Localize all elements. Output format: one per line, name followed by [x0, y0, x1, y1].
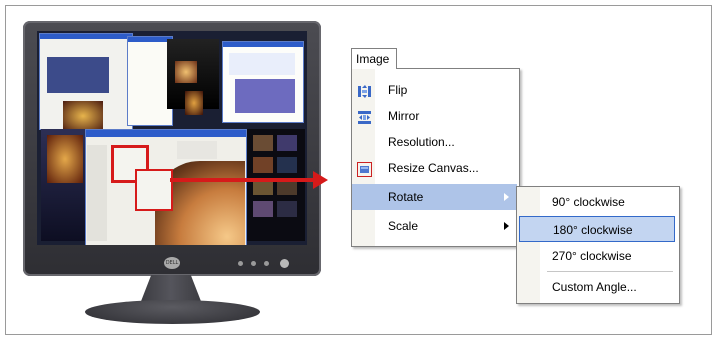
menu-item-rotate[interactable]: Rotate	[352, 184, 517, 210]
menu-item-scale[interactable]: Scale	[352, 213, 517, 239]
pointer-arrow-head	[313, 171, 328, 189]
screen-thumb	[253, 157, 273, 173]
submenu-separator	[547, 271, 673, 272]
screen-submenu-highlight	[135, 169, 173, 211]
menu-item-resolution-label: Resolution...	[388, 135, 455, 149]
menu-image-title[interactable]: Image	[351, 48, 397, 69]
screen-thumb	[277, 157, 297, 173]
rotate-submenu: 90° clockwise 180° clockwise 270° clockw…	[516, 186, 680, 304]
menu-item-flip-label: Flip	[388, 83, 408, 97]
submenu-item-180-label: 180° clockwise	[553, 223, 633, 237]
screen-thumb	[63, 101, 103, 131]
resize-canvas-icon	[357, 160, 372, 177]
submenu-item-90-clockwise[interactable]: 90° clockwise	[519, 189, 675, 215]
menu-item-mirror-label: Mirror	[388, 109, 420, 123]
pointer-arrow	[170, 178, 315, 182]
power-button	[280, 259, 289, 268]
monitor-screen	[37, 31, 307, 245]
screen-thumb	[253, 135, 273, 151]
monitor-button	[264, 261, 269, 266]
screen-thumb	[253, 201, 273, 217]
menu-item-mirror[interactable]: Mirror	[352, 103, 517, 129]
submenu-item-270-label: 270° clockwise	[552, 249, 632, 263]
submenu-item-custom-angle[interactable]: Custom Angle...	[519, 274, 675, 300]
monitor-logo: DELL	[164, 257, 180, 269]
menu-item-resize-canvas[interactable]: Resize Canvas...	[352, 155, 517, 181]
screen-thumb	[175, 61, 197, 83]
submenu-item-custom-angle-label: Custom Angle...	[552, 280, 637, 294]
monitor-button	[238, 261, 243, 266]
monitor-stand	[85, 300, 260, 324]
monitor: DELL	[23, 21, 321, 276]
mirror-icon	[357, 108, 372, 124]
submenu-arrow-icon	[504, 193, 509, 201]
menu-item-resize-canvas-label: Resize Canvas...	[388, 161, 479, 175]
image-menu: Flip Mirror Resolution... Resize Canvas.…	[351, 68, 520, 247]
flip-icon	[357, 82, 372, 98]
menu-item-resolution[interactable]: Resolution...	[352, 129, 517, 155]
screen-thumb	[235, 79, 295, 113]
screen-thumb	[277, 135, 297, 151]
screen-thumb	[47, 135, 83, 183]
screen-toolbox	[87, 145, 107, 241]
screen-thumb	[47, 57, 109, 93]
menu-item-scale-label: Scale	[388, 219, 419, 233]
screen-thumb	[185, 91, 203, 115]
submenu-item-180-clockwise[interactable]: 180° clockwise	[519, 216, 675, 242]
menu-item-flip[interactable]: Flip	[352, 77, 517, 103]
monitor-button	[251, 261, 256, 266]
menu-item-rotate-label: Rotate	[388, 190, 424, 204]
submenu-arrow-icon	[504, 222, 509, 230]
screen-toolbar	[177, 141, 217, 159]
submenu-item-90-label: 90° clockwise	[552, 195, 625, 209]
submenu-item-270-clockwise[interactable]: 270° clockwise	[519, 243, 675, 269]
screen-thumb	[229, 53, 295, 75]
screen-thumb	[277, 201, 297, 217]
